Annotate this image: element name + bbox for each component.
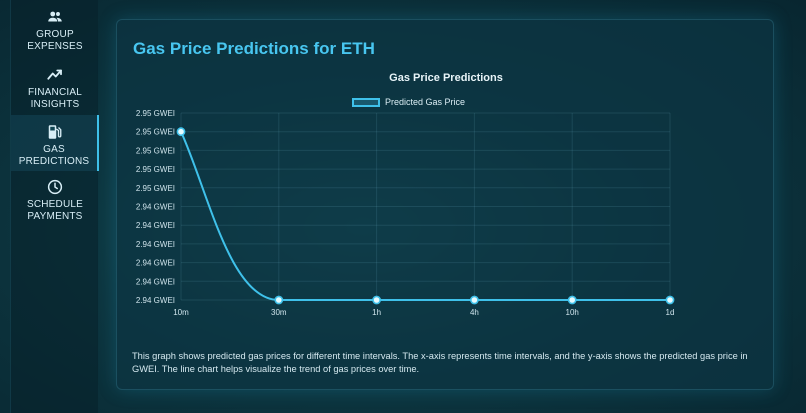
- sidebar-item-label: FINANCIAL INSIGHTS: [27, 87, 83, 110]
- y-tick-label: 2.95 GWEI: [136, 128, 175, 137]
- trend-icon: [47, 69, 62, 80]
- group-icon: [48, 11, 62, 22]
- data-point: [176, 127, 186, 137]
- y-tick-label: 2.94 GWEI: [136, 259, 175, 268]
- x-tick-label: 1d: [666, 308, 675, 317]
- data-point: [372, 295, 381, 305]
- line-chart: 2.95 GWEI 2.95 GWEI 2.95 GWEI 2.95 GWEI 2.95…: [136, 109, 675, 317]
- sidebar-item-label: SCHEDULE PAYMENTS: [26, 199, 84, 222]
- chart-description: This graph shows predicted gas prices fo…: [132, 351, 748, 374]
- sidebar: GROUP EXPENSES FINANCIAL INSIGHTS GAS PR…: [10, 0, 99, 413]
- sidebar-item-group-expenses[interactable]: GROUP EXPENSES: [11, 6, 99, 62]
- y-tick-label: 2.94 GWEI: [136, 203, 175, 212]
- y-tick-label: 2.94 GWEI: [136, 277, 175, 286]
- data-point: [665, 295, 675, 305]
- y-tick-label: 2.95 GWEI: [136, 184, 175, 193]
- y-tick-label: 2.94 GWEI: [136, 221, 175, 230]
- sidebar-item-gas-predictions[interactable]: GAS PREDICTIONS: [11, 115, 99, 171]
- sidebar-item-financial-insights[interactable]: FINANCIAL INSIGHTS: [11, 64, 99, 120]
- series-line: [180, 131, 670, 302]
- y-tick-label: 2.95 GWEI: [136, 146, 175, 155]
- x-tick-label: 4h: [470, 308, 479, 317]
- sidebar-item-schedule-payments[interactable]: SCHEDULE PAYMENTS: [11, 176, 99, 232]
- gas-predictions-card: Gas Price Predictions for ETH Gas Price …: [116, 19, 774, 390]
- y-tick-label: 2.94 GWEI: [136, 240, 175, 249]
- clock-icon: [47, 179, 63, 195]
- y-tick-label: 2.95 GWEI: [136, 109, 175, 118]
- x-tick-label: 10m: [173, 308, 189, 317]
- data-point: [567, 295, 577, 305]
- sidebar-item-label: GAS PREDICTIONS: [18, 144, 90, 167]
- data-point: [274, 295, 284, 305]
- x-tick-label: 30m: [271, 308, 287, 317]
- y-tick-label: 2.94 GWEI: [136, 296, 175, 305]
- sidebar-item-label: GROUP EXPENSES: [27, 29, 83, 52]
- y-tick-label: 2.95 GWEI: [136, 165, 175, 174]
- gas-pump-icon: [48, 125, 62, 139]
- x-tick-label: 1h: [372, 308, 381, 317]
- data-point: [469, 295, 479, 305]
- x-tick-label: 10h: [566, 308, 579, 317]
